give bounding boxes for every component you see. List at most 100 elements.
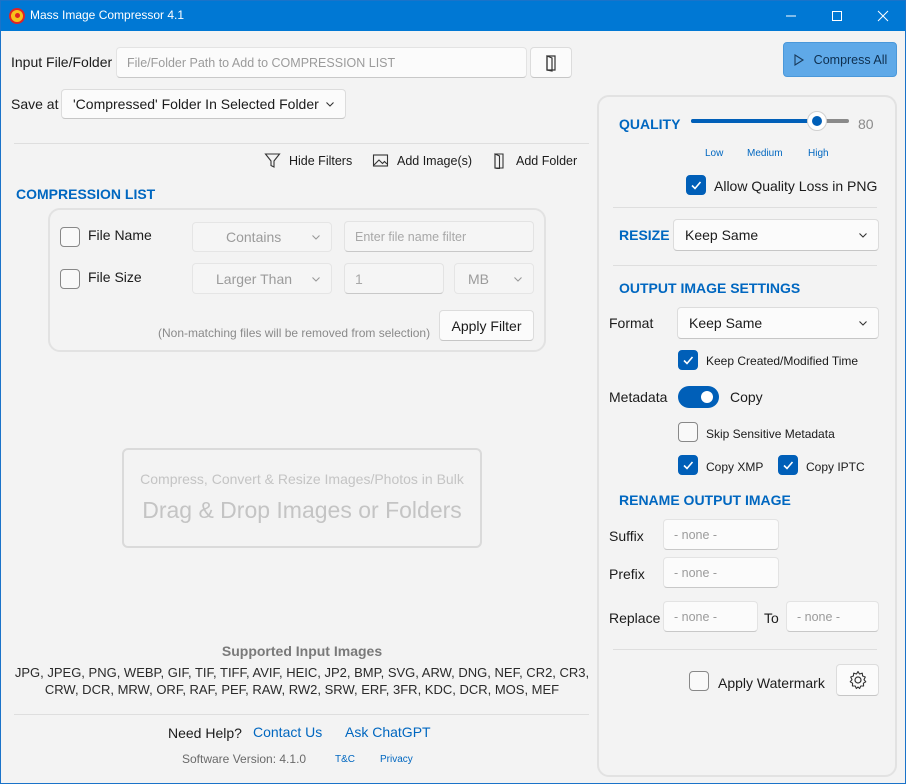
skip-sensitive-label: Skip Sensitive Metadata [706, 427, 835, 441]
title-bar: Mass Image Compressor 4.1 [0, 0, 906, 31]
settings-panel: QUALITY 80 Low Medium High Allow Quality… [597, 95, 897, 777]
tnc-link[interactable]: T&C [335, 754, 355, 765]
door-open-icon [494, 153, 504, 169]
save-at-label: Save at [11, 96, 59, 112]
skip-sensitive-checkbox[interactable] [678, 422, 698, 442]
allow-quality-loss-label: Allow Quality Loss in PNG [714, 178, 878, 194]
format-label: Format [609, 315, 654, 331]
divider [14, 143, 589, 144]
metadata-toggle-knob [701, 391, 713, 403]
copy-iptc-checkbox[interactable] [778, 455, 798, 475]
replace-label: Replace [609, 610, 661, 626]
quality-title: QUALITY [619, 116, 681, 132]
watermark-settings-button[interactable] [836, 664, 879, 696]
quality-value: 80 [858, 116, 874, 132]
chevron-down-icon [514, 276, 522, 282]
chevron-down-icon [312, 235, 320, 240]
output-settings-title: OUTPUT IMAGE SETTINGS [619, 280, 801, 296]
supported-formats-line1: JPG, JPEG, PNG, WEBP, GIF, TIF, TIFF, AV… [14, 665, 590, 680]
quality-medium-label[interactable]: Medium [747, 148, 783, 159]
file-size-checkbox[interactable] [60, 269, 80, 289]
privacy-link[interactable]: Privacy [380, 754, 413, 765]
replace-placeholder: - none - [674, 609, 718, 624]
file-size-unit-value: MB [468, 270, 489, 287]
image-icon [372, 154, 389, 167]
resize-title: RESIZE [619, 227, 670, 243]
filter-panel: File Name Contains Enter file name filte… [48, 208, 546, 352]
allow-quality-loss-checkbox[interactable] [686, 175, 706, 195]
drop-zone[interactable]: Compress, Convert & Resize Images/Photos… [122, 448, 482, 548]
prefix-placeholder: - none - [674, 565, 718, 580]
checkmark-icon [683, 461, 694, 470]
add-folder-button[interactable]: Add Folder [491, 152, 577, 169]
metadata-value: Copy [730, 389, 763, 405]
apply-filter-label: Apply Filter [451, 317, 522, 334]
file-size-label: File Size [88, 269, 142, 285]
apply-filter-button[interactable]: Apply Filter [439, 310, 534, 341]
copy-xmp-checkbox[interactable] [678, 455, 698, 475]
save-at-value: 'Compressed' Folder In Selected Folder [73, 96, 319, 112]
minimize-button[interactable] [768, 0, 814, 31]
filter-icon [264, 153, 281, 168]
supported-formats-line2: CRW, DCR, MRW, ORF, RAF, PEF, RAW, RW2, … [44, 682, 560, 697]
to-input[interactable]: - none - [786, 601, 879, 632]
copy-iptc-label: Copy IPTC [806, 460, 865, 474]
checkmark-icon [691, 181, 702, 190]
quality-high-label[interactable]: High [808, 148, 829, 159]
resize-dropdown[interactable]: Keep Same [673, 219, 879, 251]
input-folder-label: Input File/Folder [11, 54, 113, 70]
software-version: Software Version: 4.1.0 [182, 752, 307, 766]
window-title: Mass Image Compressor 4.1 [30, 8, 185, 22]
gear-icon [849, 670, 866, 690]
keep-time-label: Keep Created/Modified Time [706, 354, 859, 368]
file-size-mode-dropdown[interactable]: Larger Than [192, 263, 332, 294]
metadata-label: Metadata [609, 389, 668, 405]
format-dropdown[interactable]: Keep Same [677, 307, 879, 339]
contact-us-link[interactable]: Contact Us [253, 724, 322, 740]
to-label: To [764, 610, 779, 626]
add-images-button[interactable]: Add Image(s) [372, 152, 472, 169]
file-size-value-input[interactable]: 1 [344, 263, 444, 294]
app-logo-icon [9, 8, 25, 24]
file-name-filter-input[interactable]: Enter file name filter [344, 221, 534, 252]
quality-slider-track[interactable] [691, 111, 849, 131]
file-size-value: 1 [355, 270, 363, 287]
maximize-icon [832, 10, 842, 21]
file-name-checkbox[interactable] [60, 227, 80, 247]
keep-time-checkbox[interactable] [678, 350, 698, 370]
quality-slider-thumb[interactable] [807, 111, 828, 131]
metadata-toggle[interactable] [678, 386, 719, 408]
ask-chatgpt-link[interactable]: Ask ChatGPT [345, 724, 431, 740]
close-button[interactable] [860, 0, 906, 31]
format-value: Keep Same [689, 315, 763, 331]
maximize-button[interactable] [814, 0, 860, 31]
checkmark-icon [783, 461, 794, 470]
compress-all-button[interactable]: Compress All [783, 42, 897, 77]
apply-watermark-checkbox[interactable] [689, 671, 709, 691]
file-name-filter-placeholder: Enter file name filter [355, 229, 467, 244]
chevron-down-icon [312, 276, 320, 282]
divider [613, 265, 877, 266]
hide-filters-button[interactable]: Hide Filters [264, 152, 352, 169]
file-size-unit-dropdown[interactable]: MB [454, 263, 534, 294]
prefix-label: Prefix [609, 566, 645, 582]
quality-low-label[interactable]: Low [705, 148, 723, 159]
chevron-down-icon [859, 321, 867, 326]
file-name-mode-dropdown[interactable]: Contains [192, 222, 332, 252]
checkmark-icon [683, 356, 694, 365]
suffix-input[interactable]: - none - [663, 519, 779, 550]
supported-title: Supported Input Images [221, 643, 383, 659]
copy-xmp-label: Copy XMP [706, 460, 764, 474]
chevron-down-icon [326, 102, 334, 107]
door-open-icon [546, 54, 556, 72]
chevron-down-icon [859, 233, 867, 238]
save-at-dropdown[interactable]: 'Compressed' Folder In Selected Folder [61, 89, 346, 119]
input-path-field[interactable]: File/Folder Path to Add to COMPRESSION L… [116, 47, 527, 78]
replace-input[interactable]: - none - [663, 601, 758, 632]
prefix-input[interactable]: - none - [663, 557, 779, 588]
rename-output-title: RENAME OUTPUT IMAGE [619, 492, 791, 508]
to-placeholder: - none - [797, 609, 841, 624]
file-size-mode-value: Larger Than [216, 270, 293, 287]
filter-note: (Non-matching files will be removed from… [158, 326, 431, 340]
browse-button[interactable] [530, 47, 572, 78]
